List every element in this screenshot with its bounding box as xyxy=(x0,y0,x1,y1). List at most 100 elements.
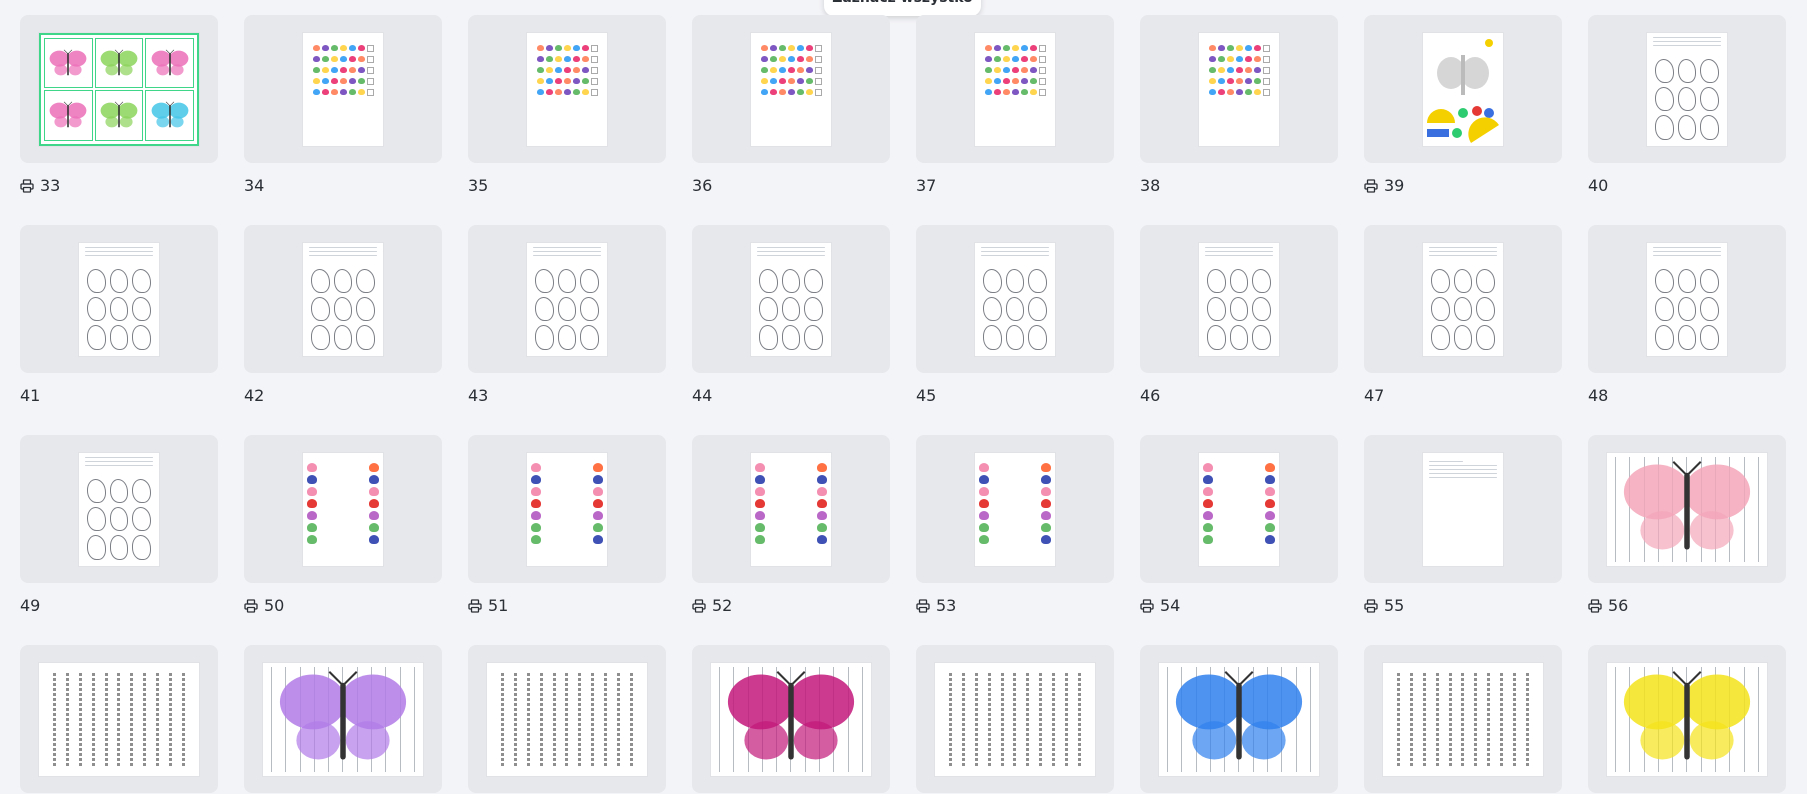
matching-worksheet-preview xyxy=(527,452,607,566)
worksheet-item[interactable] xyxy=(1588,645,1786,793)
worksheet-item[interactable] xyxy=(468,645,666,793)
worksheet-thumbnail[interactable] xyxy=(1140,645,1338,793)
worksheet-thumbnail[interactable] xyxy=(692,645,890,793)
page-number: 37 xyxy=(916,175,937,195)
worksheet-thumbnail[interactable] xyxy=(1140,225,1338,373)
worksheet-thumbnail[interactable] xyxy=(468,15,666,163)
printer-icon xyxy=(468,598,482,613)
worksheet-thumbnail[interactable] xyxy=(20,435,218,583)
worksheet-thumbnail[interactable] xyxy=(20,15,218,163)
page-number-label: 45 xyxy=(916,385,936,405)
worksheet-thumbnail[interactable] xyxy=(916,15,1114,163)
worksheet-item[interactable]: 48 xyxy=(1588,225,1786,405)
worksheet-thumbnail[interactable] xyxy=(20,225,218,373)
printer-icon xyxy=(1364,598,1378,613)
worksheet-item[interactable]: 51 xyxy=(468,435,666,615)
outline-worksheet-preview xyxy=(1647,32,1727,146)
page-number: 44 xyxy=(692,385,713,405)
worksheet-thumbnail[interactable] xyxy=(692,225,890,373)
page-number-label: 47 xyxy=(1364,385,1384,405)
outline-worksheet-preview xyxy=(79,242,159,356)
worksheet-item[interactable]: 55 xyxy=(1364,435,1562,615)
worksheet-item[interactable]: 54 xyxy=(1140,435,1338,615)
page-number-label: 48 xyxy=(1588,385,1608,405)
page-number-label: 34 xyxy=(244,175,264,195)
worksheet-thumbnail[interactable] xyxy=(1588,15,1786,163)
page-number: 54 xyxy=(1160,595,1181,615)
worksheet-thumbnail[interactable] xyxy=(244,435,442,583)
matching-worksheet-preview xyxy=(751,452,831,566)
worksheet-thumbnail[interactable] xyxy=(1364,435,1562,583)
page-number-label: 38 xyxy=(1140,175,1160,195)
worksheet-item[interactable]: 39 xyxy=(1364,15,1562,195)
outline-worksheet-preview xyxy=(303,242,383,356)
worksheet-item[interactable] xyxy=(1140,645,1338,793)
worksheet-item[interactable]: 42 xyxy=(244,225,442,405)
page-number-label: 55 xyxy=(1364,595,1404,615)
worksheet-item[interactable]: 43 xyxy=(468,225,666,405)
worksheet-item[interactable]: 38 xyxy=(1140,15,1338,195)
worksheet-thumbnail[interactable] xyxy=(1588,225,1786,373)
worksheet-item[interactable]: 53 xyxy=(916,435,1114,615)
worksheet-item[interactable]: 37 xyxy=(916,15,1114,195)
worksheet-item[interactable]: 44 xyxy=(692,225,890,405)
text-strips-preview xyxy=(39,662,199,776)
outline-worksheet-preview xyxy=(975,242,1055,356)
page-number-label: 36 xyxy=(692,175,712,195)
worksheet-thumbnail[interactable] xyxy=(916,435,1114,583)
worksheet-thumbnail[interactable] xyxy=(1140,435,1338,583)
worksheet-item[interactable] xyxy=(20,645,218,793)
worksheet-item[interactable]: 49 xyxy=(20,435,218,615)
worksheet-thumbnail[interactable] xyxy=(1364,645,1562,793)
worksheet-item[interactable] xyxy=(916,645,1114,793)
worksheet-item[interactable] xyxy=(692,645,890,793)
butterfly-table-preview xyxy=(751,32,831,146)
worksheet-item[interactable]: 34 xyxy=(244,15,442,195)
worksheet-item[interactable]: 52 xyxy=(692,435,890,615)
worksheet-thumbnail[interactable] xyxy=(692,435,890,583)
page-number-label: 56 xyxy=(1588,595,1628,615)
butterfly-table-preview xyxy=(1199,32,1279,146)
page-number: 41 xyxy=(20,385,41,405)
worksheet-thumbnail[interactable] xyxy=(1364,15,1562,163)
page-number: 47 xyxy=(1364,385,1385,405)
page-number: 55 xyxy=(1384,595,1405,615)
worksheet-item[interactable]: 50 xyxy=(244,435,442,615)
worksheet-thumbnail[interactable] xyxy=(1140,15,1338,163)
worksheet-thumbnail[interactable] xyxy=(1364,225,1562,373)
select-all-button[interactable]: Zaznacz wszystko xyxy=(824,0,981,16)
printer-icon xyxy=(20,178,34,193)
worksheet-thumbnail[interactable] xyxy=(1588,435,1786,583)
worksheet-item[interactable] xyxy=(1364,645,1562,793)
worksheet-thumbnail[interactable] xyxy=(244,225,442,373)
worksheet-thumbnail[interactable] xyxy=(20,645,218,793)
worksheet-item[interactable]: 56 xyxy=(1588,435,1786,615)
worksheet-item[interactable]: 36 xyxy=(692,15,890,195)
worksheet-thumbnail[interactable] xyxy=(468,645,666,793)
worksheet-item[interactable]: 46 xyxy=(1140,225,1338,405)
worksheet-thumbnail[interactable] xyxy=(244,15,442,163)
page-number: 45 xyxy=(916,385,937,405)
page-number-label: 39 xyxy=(1364,175,1404,195)
worksheet-thumbnail[interactable] xyxy=(244,645,442,793)
thumbnail-grid: 33 34 35 36 37 38 39 40 41 42 43 44 45 46 47 48 49 50 xyxy=(20,15,1786,793)
worksheet-thumbnail[interactable] xyxy=(916,225,1114,373)
page-number: 49 xyxy=(20,595,41,615)
worksheet-item[interactable]: 47 xyxy=(1364,225,1562,405)
worksheet-thumbnail[interactable] xyxy=(1588,645,1786,793)
worksheet-item[interactable] xyxy=(244,645,442,793)
worksheet-thumbnail[interactable] xyxy=(468,225,666,373)
worksheet-item[interactable]: 33 xyxy=(20,15,218,195)
worksheet-thumbnail[interactable] xyxy=(916,645,1114,793)
worksheet-thumbnail[interactable] xyxy=(692,15,890,163)
worksheet-item[interactable]: 35 xyxy=(468,15,666,195)
page-number: 35 xyxy=(468,175,489,195)
page-number: 50 xyxy=(264,595,285,615)
worksheet-thumbnail[interactable] xyxy=(468,435,666,583)
outline-worksheet-preview xyxy=(527,242,607,356)
outline-worksheet-preview xyxy=(1647,242,1727,356)
worksheet-item[interactable]: 40 xyxy=(1588,15,1786,195)
worksheet-item[interactable]: 41 xyxy=(20,225,218,405)
page-number: 46 xyxy=(1140,385,1161,405)
worksheet-item[interactable]: 45 xyxy=(916,225,1114,405)
